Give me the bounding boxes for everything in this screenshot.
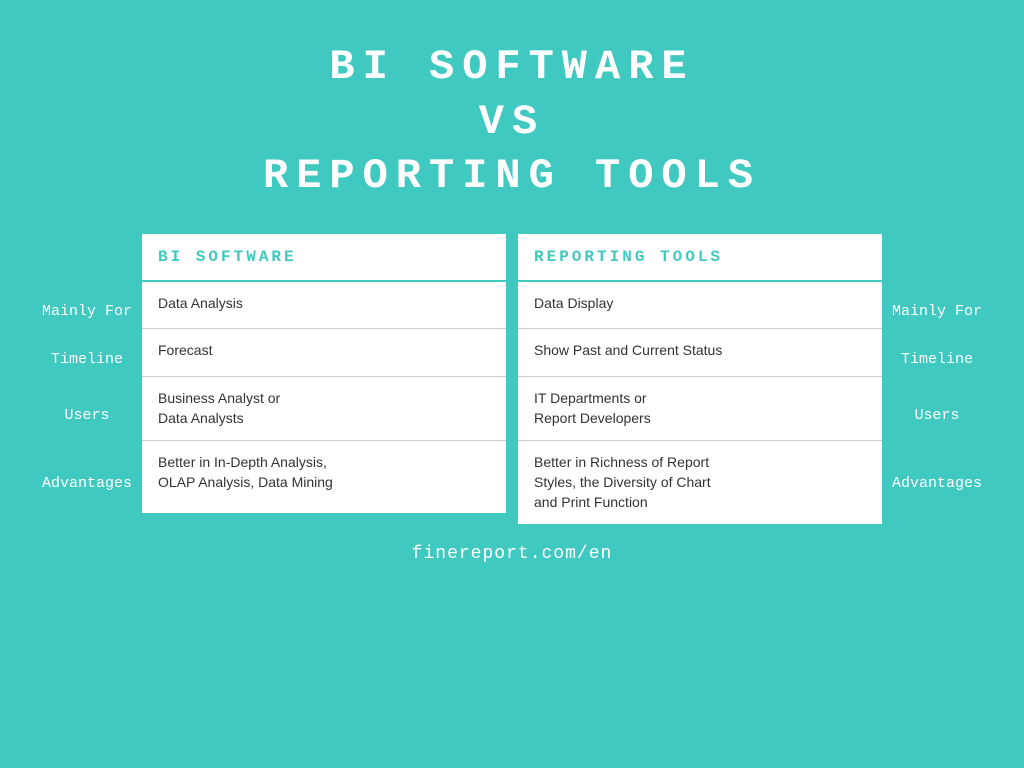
bi-timeline-row: Forecast <box>142 329 506 377</box>
right-side-labels: Mainly For Timeline Users Advantages <box>882 234 992 520</box>
right-label-advantages: Advantages <box>882 448 992 520</box>
bi-timeline-value: Forecast <box>142 329 506 377</box>
rt-mainly-for-value: Data Display <box>518 281 882 329</box>
left-label-users: Users <box>32 384 142 448</box>
right-label-mainly-for: Mainly For <box>882 288 992 336</box>
left-label-advantages: Advantages <box>32 448 142 520</box>
rt-users-row: IT Departments orReport Developers <box>518 377 882 441</box>
left-label-mainly-for: Mainly For <box>32 288 142 336</box>
title-line1: BI SOFTWARE <box>263 40 761 95</box>
bi-users-value: Business Analyst orData Analysts <box>142 377 506 441</box>
title-line2: VS <box>263 95 761 150</box>
rt-mainly-for-row: Data Display <box>518 281 882 329</box>
footer-url: finereport.com/en <box>412 544 613 564</box>
comparison-container: Mainly For Timeline Users Advantages BI … <box>32 234 992 524</box>
left-side-labels: Mainly For Timeline Users Advantages <box>32 234 142 520</box>
rt-timeline-row: Show Past and Current Status <box>518 329 882 377</box>
reporting-tools-table: REPORTING TOOLS Data Display Show Past a… <box>518 234 882 524</box>
rt-advantages-value: Better in Richness of ReportStyles, the … <box>518 441 882 524</box>
title-line3: REPORTING TOOLS <box>263 149 761 204</box>
reporting-tools-header: REPORTING TOOLS <box>518 234 882 281</box>
bi-mainly-for-value: Data Analysis <box>142 281 506 329</box>
bi-users-row: Business Analyst orData Analysts <box>142 377 506 441</box>
bi-advantages-row: Better in In-Depth Analysis,OLAP Analysi… <box>142 441 506 513</box>
right-label-timeline: Timeline <box>882 336 992 384</box>
rt-advantages-row: Better in Richness of ReportStyles, the … <box>518 441 882 524</box>
bi-software-header: BI SOFTWARE <box>142 234 506 281</box>
bi-mainly-for-row: Data Analysis <box>142 281 506 329</box>
rt-timeline-value: Show Past and Current Status <box>518 329 882 377</box>
bi-advantages-value: Better in In-Depth Analysis,OLAP Analysi… <box>142 441 506 513</box>
left-label-timeline: Timeline <box>32 336 142 384</box>
rt-users-value: IT Departments orReport Developers <box>518 377 882 441</box>
right-label-users: Users <box>882 384 992 448</box>
bi-software-table: BI SOFTWARE Data Analysis Forecast Busin… <box>142 234 506 513</box>
title-section: BI SOFTWARE VS REPORTING TOOLS <box>243 0 781 234</box>
